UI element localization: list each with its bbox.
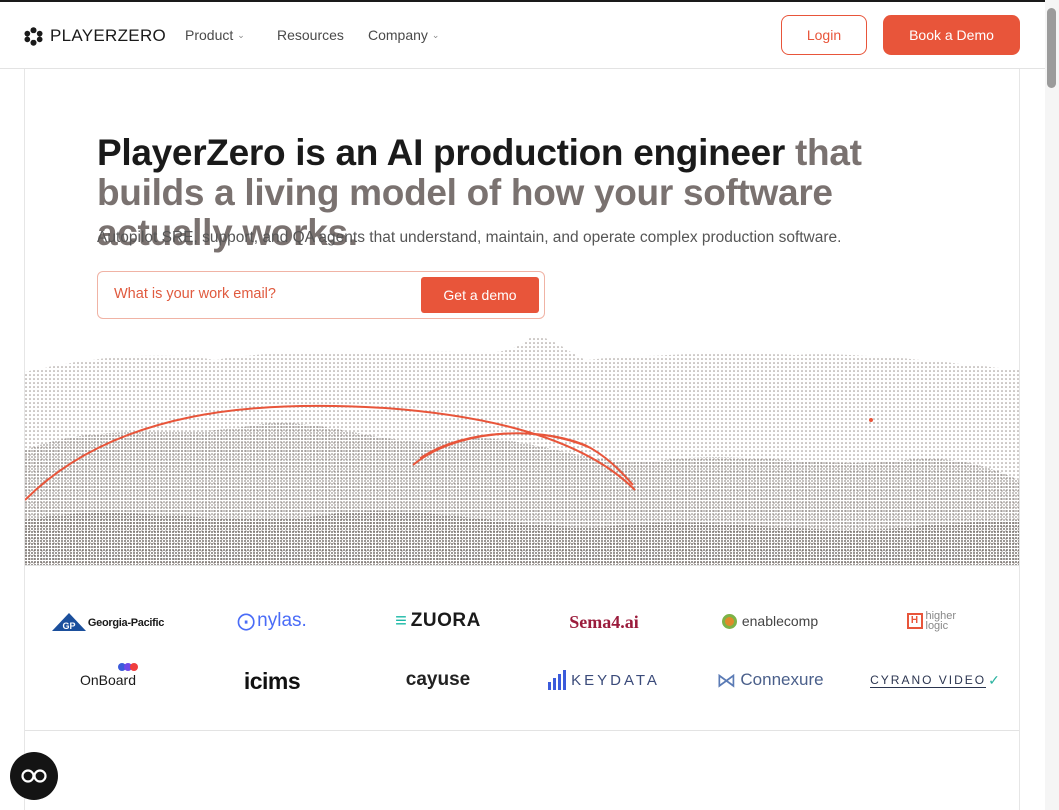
svg-text:GP: GP: [62, 621, 75, 631]
feather-icon: ✓: [988, 671, 1000, 688]
top-nav: PLAYERZERO Product ⌄ Resources Company ⌄…: [0, 2, 1045, 69]
higher-logic-icon: H: [906, 613, 923, 629]
customer-logo-higher-logic: H higher logic: [855, 606, 1015, 636]
chat-bubble-icon: [21, 769, 47, 783]
logo-text: Sema4.ai: [569, 611, 639, 632]
customer-logo-keydata: KEYDATA: [524, 665, 684, 695]
scrollbar-track[interactable]: [1045, 0, 1059, 810]
nav-item-resources[interactable]: Resources: [277, 27, 344, 43]
login-button[interactable]: Login: [781, 15, 867, 55]
logo-text: Connexure: [740, 670, 824, 689]
chat-launcher-button[interactable]: [10, 752, 58, 800]
customer-logo-zuora: ≡ ZUORA: [358, 606, 518, 636]
logos-divider-top: [25, 565, 1019, 566]
keydata-bars-icon: [548, 670, 567, 690]
enablecomp-icon: [721, 613, 737, 629]
scrollbar-thumb[interactable]: [1047, 8, 1056, 88]
brand-name: PLAYERZERO: [50, 26, 167, 45]
chevron-down-icon: ⌄: [237, 29, 245, 40]
email-input[interactable]: [114, 286, 404, 302]
customer-logo-georgia-pacific: GP Georgia-Pacific: [28, 608, 188, 638]
customer-logo-connexure: ⋈ Connexure: [690, 665, 850, 695]
logo-text: icims: [243, 667, 301, 694]
logo-text: OnBoard: [79, 672, 137, 688]
georgia-pacific-icon: GP: [51, 613, 86, 631]
hero-subhead: Autopilot SRE, support, and QA agents th…: [97, 229, 842, 246]
nav-item-label: Resources: [277, 27, 344, 43]
logo-text: enablecomp: [741, 613, 819, 629]
nav-item-product[interactable]: Product ⌄: [185, 27, 245, 43]
customer-logo-enablecomp: enablecomp: [690, 606, 850, 636]
customer-logo-cayuse: cayuse: [358, 665, 518, 695]
nav-item-label: Company: [368, 27, 428, 43]
brand-logo[interactable]: PLAYERZERO: [24, 26, 166, 46]
headline-strong: PlayerZero is an AI production engineer: [97, 132, 786, 173]
logo-text: cayuse: [405, 669, 471, 690]
customer-logo-sema4: Sema4.ai: [524, 607, 684, 637]
customer-logo-onboard: OnBoard: [28, 663, 188, 696]
playerzero-logo-icon: [24, 26, 43, 46]
chevron-down-icon: ⌄: [431, 29, 440, 40]
logo-text: CYRANO VIDEO: [870, 672, 987, 688]
onboard-mark: OnBoard: [79, 663, 138, 690]
customer-logo-cyrano-video: CYRANO VIDEO ✓: [855, 665, 1015, 695]
terrain-visual: [25, 336, 1019, 566]
logo-text: KEYDATA: [571, 671, 660, 689]
customer-logo-icims: icims: [192, 666, 352, 696]
nav-item-company[interactable]: Company ⌄: [368, 27, 439, 43]
logo-text: ZUORA: [410, 610, 481, 631]
customer-logo-nylas: ⨀ nylas.: [192, 606, 352, 636]
onboard-dots-icon: [117, 663, 138, 671]
logo-text: nylas.: [257, 610, 307, 631]
email-signup-form: Get a demo: [97, 271, 545, 319]
connexure-knot-icon: ⋈: [716, 669, 737, 692]
nylas-swirl-icon: ⨀: [237, 610, 256, 631]
logos-divider-bottom: [25, 730, 1019, 731]
logo-text: higher logic: [925, 610, 957, 632]
zuora-z-icon: ≡: [395, 609, 407, 632]
get-demo-button[interactable]: Get a demo: [421, 277, 539, 313]
logo-text: Georgia-Pacific: [87, 617, 165, 629]
book-demo-button[interactable]: Book a Demo: [883, 15, 1020, 55]
nav-item-label: Product: [185, 27, 234, 43]
